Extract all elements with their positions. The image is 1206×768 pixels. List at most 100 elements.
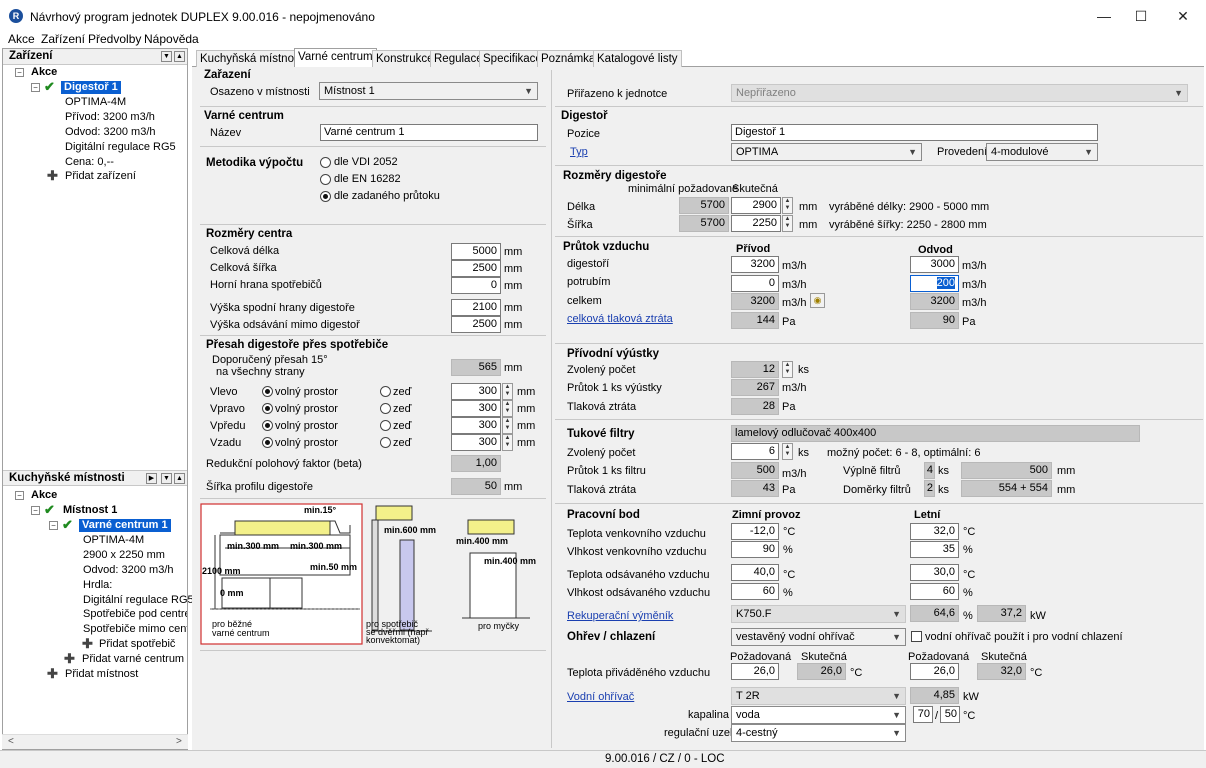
minimize-button[interactable]: — bbox=[1084, 4, 1124, 28]
recuperator-select[interactable]: K750.F ▼ bbox=[731, 605, 906, 623]
recuperator-link[interactable]: Rekuperační výměník bbox=[567, 610, 673, 622]
outdoor-temp-summer-input[interactable]: 32,0 bbox=[910, 523, 959, 540]
total-width-input[interactable]: 2500 bbox=[451, 260, 501, 277]
panel-collapse-button[interactable]: ▼ bbox=[161, 473, 172, 484]
spin-arrows-icon[interactable]: ▲ ▼ bbox=[782, 443, 793, 460]
radio-wall-left[interactable] bbox=[380, 386, 391, 397]
length-actual-input[interactable]: 2900 bbox=[731, 197, 781, 214]
panel-collapse-button[interactable]: ▼ bbox=[161, 51, 172, 62]
maximize-button[interactable]: ☐ bbox=[1121, 4, 1161, 28]
add-device-item[interactable]: Přidat zařízení bbox=[65, 170, 136, 183]
scroll-left-icon[interactable]: < bbox=[8, 736, 14, 747]
menu-predvolby[interactable]: Předvolby bbox=[88, 32, 141, 46]
radio-free-front[interactable] bbox=[262, 420, 273, 431]
hood-variant-select[interactable]: 4-modulové ▼ bbox=[986, 143, 1098, 161]
water-heater-select[interactable]: T 2R ▼ bbox=[731, 687, 906, 705]
tree-item[interactable]: Digitální regulace RG5 bbox=[83, 594, 194, 607]
filter-count-input[interactable]: 6 bbox=[731, 443, 779, 460]
spin-arrows-icon[interactable]: ▲ ▼ bbox=[782, 197, 793, 214]
exhaust-hood-input[interactable]: 3000 bbox=[910, 256, 959, 273]
add-appliance-item[interactable]: Přidat spotřebič bbox=[99, 638, 175, 651]
menu-akce[interactable]: Akce bbox=[8, 32, 35, 46]
control-node-select[interactable]: 4-cestný ▼ bbox=[731, 724, 906, 742]
tree-item[interactable]: Spotřebiče pod centrem bbox=[83, 608, 187, 621]
exhaust-hum-winter-input[interactable]: 60 bbox=[731, 583, 779, 600]
tree-item-center[interactable]: Varné centrum 1 bbox=[79, 519, 171, 532]
menu-zarizeni[interactable]: Zařízení bbox=[41, 32, 85, 46]
horizontal-scrollbar[interactable]: < > bbox=[2, 734, 188, 749]
tab-katalogove-listy[interactable]: Katalogové listy bbox=[593, 50, 682, 67]
tree-root-akce[interactable]: Akce bbox=[31, 489, 57, 502]
tree-expander-icon[interactable]: − bbox=[49, 521, 58, 530]
supply-temp-summer-required-input[interactable]: 26,0 bbox=[910, 663, 959, 680]
heating-select[interactable]: vestavěný vodní ohřívač ▼ bbox=[731, 628, 906, 646]
hood-position-input[interactable]: Digestoř 1 bbox=[731, 124, 1098, 141]
overhang-left-input[interactable]: 300 bbox=[451, 383, 501, 400]
supply-hood-input[interactable]: 3200 bbox=[731, 256, 779, 273]
radio-vdi[interactable] bbox=[320, 157, 331, 168]
hood-type-select[interactable]: OPTIMA ▼ bbox=[731, 143, 922, 161]
tab-kuchynska-mistnost[interactable]: Kuchyňská místnost bbox=[196, 50, 307, 67]
outdoor-temp-winter-input[interactable]: -12,0 bbox=[731, 523, 779, 540]
center-name-input[interactable]: Varné centrum 1 bbox=[320, 124, 538, 141]
tree-item[interactable]: Digitální regulace RG5 bbox=[65, 141, 176, 154]
supply-temp-winter-required-input[interactable]: 26,0 bbox=[731, 663, 779, 680]
top-edge-input[interactable]: 0 bbox=[451, 277, 501, 294]
spin-arrows-icon[interactable]: ▲ ▼ bbox=[502, 400, 513, 417]
tree-item[interactable]: Hrdla: bbox=[83, 579, 112, 592]
lock-icon[interactable]: ◉ bbox=[810, 293, 825, 308]
width-actual-input[interactable]: 2250 bbox=[731, 215, 781, 232]
panel-expand-button[interactable]: ▲ bbox=[174, 51, 185, 62]
tree-item[interactable]: Přívod: 3200 m3/h bbox=[65, 111, 155, 124]
tab-varne-centrum[interactable]: Varné centrum bbox=[294, 48, 377, 68]
tree-root-akce[interactable]: Akce bbox=[31, 66, 57, 79]
tree-expander-icon[interactable]: − bbox=[31, 506, 40, 515]
fluid-select[interactable]: voda ▼ bbox=[731, 706, 906, 724]
tree-item[interactable]: Odvod: 3200 m3/h bbox=[65, 126, 156, 139]
radio-wall-right[interactable] bbox=[380, 403, 391, 414]
tree-expander-icon[interactable]: − bbox=[15, 68, 24, 77]
typ-link[interactable]: Typ bbox=[570, 146, 588, 158]
overhang-right-input[interactable]: 300 bbox=[451, 400, 501, 417]
spin-arrows-icon[interactable]: ▲ ▼ bbox=[502, 383, 513, 400]
radio-zadany[interactable] bbox=[320, 191, 331, 202]
tree-item[interactable]: 2900 x 2250 mm bbox=[83, 549, 165, 562]
total-length-input[interactable]: 5000 bbox=[451, 243, 501, 260]
tree-expander-icon[interactable]: − bbox=[15, 491, 24, 500]
room-select[interactable]: Místnost 1 ▼ bbox=[319, 82, 538, 100]
unit-assign-select[interactable]: Nepřiřazeno ▼ bbox=[731, 84, 1188, 102]
tree-item[interactable]: Spotřebiče mimo centrum bbox=[83, 623, 187, 636]
pressure-loss-link[interactable]: celková tlaková ztráta bbox=[567, 313, 673, 325]
tree-item[interactable]: Cena: 0,-- bbox=[65, 156, 114, 169]
radio-free-left[interactable] bbox=[262, 386, 273, 397]
exhaust-height-input[interactable]: 2500 bbox=[451, 316, 501, 333]
menu-napoveda[interactable]: Nápověda bbox=[144, 32, 199, 46]
water-heater-link[interactable]: Vodní ohřívač bbox=[567, 691, 634, 703]
add-room-item[interactable]: Přidat místnost bbox=[65, 668, 138, 681]
exhaust-temp-winter-input[interactable]: 40,0 bbox=[731, 564, 779, 581]
panel-expand-button[interactable]: ▲ bbox=[174, 473, 185, 484]
water-temp-in-input[interactable]: 70 bbox=[913, 706, 933, 723]
overhang-back-input[interactable]: 300 bbox=[451, 434, 501, 451]
outdoor-hum-summer-input[interactable]: 35 bbox=[910, 541, 959, 558]
tree-expander-icon[interactable]: − bbox=[31, 83, 40, 92]
exhaust-hum-summer-input[interactable]: 60 bbox=[910, 583, 959, 600]
radio-wall-front[interactable] bbox=[380, 420, 391, 431]
tab-specifikace[interactable]: Specifikace bbox=[479, 50, 546, 67]
radio-free-back[interactable] bbox=[262, 437, 273, 448]
overhang-front-input[interactable]: 300 bbox=[451, 417, 501, 434]
radio-free-right[interactable] bbox=[262, 403, 273, 414]
spin-arrows-icon[interactable]: ▲ ▼ bbox=[502, 417, 513, 434]
spin-arrows-icon[interactable]: ▲ ▼ bbox=[782, 361, 793, 378]
panel-next-button[interactable]: ▶ bbox=[146, 473, 157, 484]
scroll-right-icon[interactable]: > bbox=[176, 736, 182, 747]
tree-item-room[interactable]: Místnost 1 bbox=[63, 504, 117, 517]
cooling-checkbox[interactable] bbox=[911, 631, 922, 642]
add-center-item[interactable]: Přidat varné centrum bbox=[82, 653, 184, 666]
tree-item-digestor[interactable]: Digestoř 1 bbox=[61, 81, 121, 94]
spin-arrows-icon[interactable]: ▲ ▼ bbox=[782, 215, 793, 232]
tab-konstrukce[interactable]: Konstrukce bbox=[372, 50, 438, 67]
radio-en[interactable] bbox=[320, 174, 331, 185]
outdoor-hum-winter-input[interactable]: 90 bbox=[731, 541, 779, 558]
exhaust-duct-input[interactable]: 200 bbox=[910, 275, 959, 292]
